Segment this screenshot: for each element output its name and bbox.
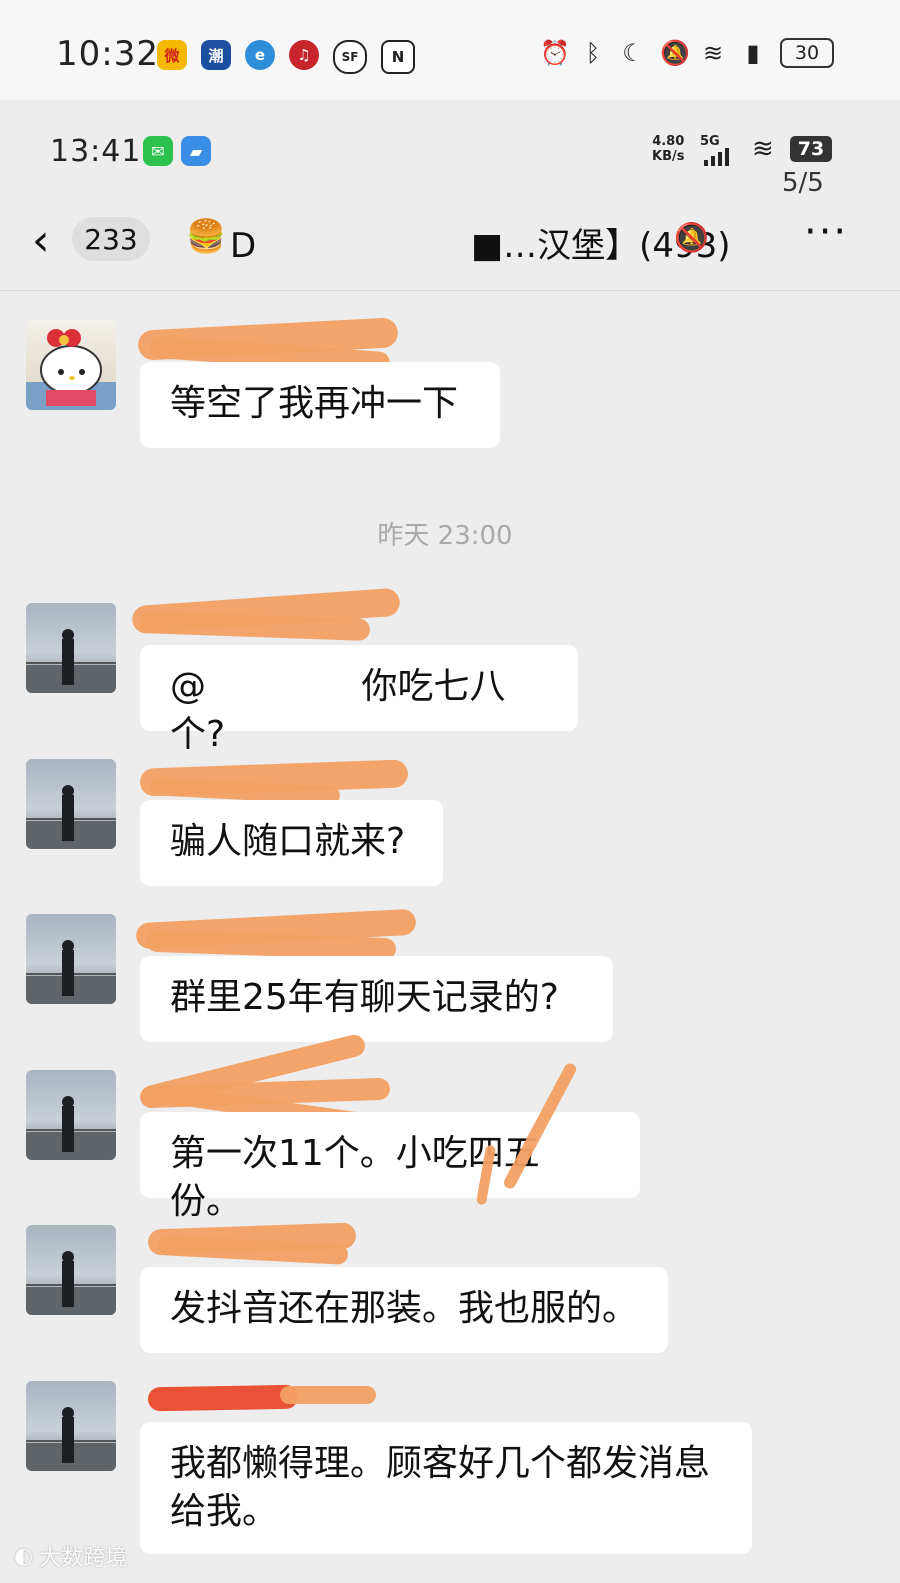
signal-icon: ▮ [746,39,760,67]
moon-icon: ☾ [622,39,644,67]
avatar[interactable] [26,1381,116,1471]
mute-icon: 🔕 [660,39,690,67]
browser-icon: e [245,40,275,70]
avatar[interactable] [26,759,116,849]
system-icons: ⏰ ᛒ ☾ 🔕 ≋ ▮ 30 [540,38,834,68]
app-icon: ▰ [181,136,211,166]
nfc-icon: N [381,40,415,74]
inner-battery: 73 [790,136,832,162]
inner-notification-icons: ✉ ▰ [143,136,211,166]
signal-icon [704,148,729,166]
person-photo-icon [26,940,116,1004]
message-bubble[interactable]: 骗人随口就来? [140,800,443,886]
battery-indicator: 30 [780,38,834,68]
avatar[interactable] [26,603,116,693]
redacted-name [280,1386,376,1404]
wifi-icon: ≋ [702,39,724,67]
page-count: 5/5 [782,168,824,198]
music-icon: ♫ [289,40,319,70]
inner-clock: 13:41 [50,134,142,169]
alarm-icon: ⏰ [540,39,570,67]
message-bubble[interactable]: 第一次11个。小吃四五份。 [140,1112,640,1222]
person-photo-icon [26,629,116,693]
notification-icons: 微 潮 e ♫ SF N [157,40,415,74]
message-bubble[interactable]: @ 你吃七八个? [140,645,578,755]
network-type: 5G [700,134,720,149]
news-icon: 潮 [201,40,231,70]
message-bubble[interactable]: 发抖音还在那装。我也服的。 [140,1267,668,1353]
chat-timestamp: 昨天 23:00 [377,521,513,551]
message-bubble[interactable]: 等空了我再冲一下 [140,362,500,448]
watermark-text: 大数跨境 [39,1546,128,1571]
avatar[interactable] [26,1225,116,1315]
avatar[interactable] [26,320,116,410]
back-chevron-icon[interactable]: ‹ [32,215,50,266]
person-photo-icon [26,785,116,849]
group-title[interactable]: D ■…汉堡】(493) [230,218,731,267]
person-photo-icon [26,1407,116,1471]
wechat-icon: ✉ [143,136,173,166]
watermark-logo-icon: ◐ [14,1543,34,1569]
weibo-icon: 微 [157,40,187,70]
outer-clock: 10:32 [56,34,159,74]
avatar[interactable] [26,1070,116,1160]
wifi-icon: ≋ [752,134,774,164]
network-speed: 4.80 KB/s [652,134,685,164]
message-bubble[interactable]: 我都懒得理。顾客好几个都发消息给我。 [140,1422,752,1554]
avatar[interactable] [26,914,116,1004]
bluetooth-icon: ᛒ [585,39,601,67]
mute-bell-icon: 🔕 [674,221,709,254]
burger-emoji: 🍔 [186,217,226,255]
sf-express-icon: SF [333,40,367,74]
watermark: ◐ 大数跨境 [14,1540,127,1572]
chat-header: ‹ 233 🍔 D ■…汉堡】(493) 🔕 ··· [0,195,900,291]
message-bubble[interactable]: 群里25年有聊天记录的? [140,956,613,1042]
outer-status-bar: 10:32 微 潮 e ♫ SF N ⏰ ᛒ ☾ 🔕 ≋ ▮ 30 [0,0,900,100]
inner-status-bar: 13:41 ✉ ▰ 4.80 KB/s 5G ≋ 73 [0,100,900,195]
hello-kitty-icon [26,329,116,410]
unread-count-badge[interactable]: 233 [72,217,150,261]
more-options-icon[interactable]: ··· [804,209,848,255]
person-photo-icon [26,1096,116,1160]
person-photo-icon [26,1251,116,1315]
redacted-name [147,1384,299,1412]
